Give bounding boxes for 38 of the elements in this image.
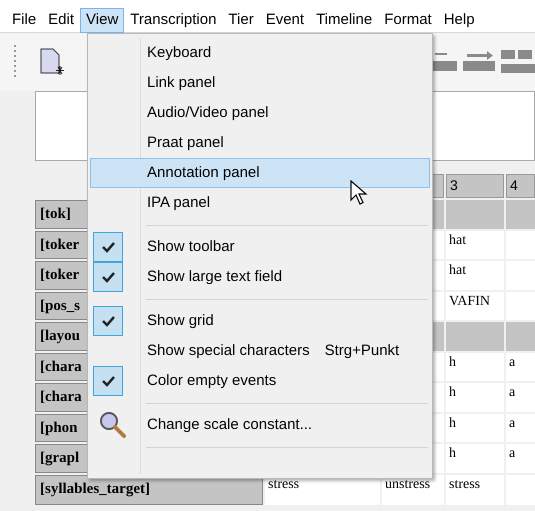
new-document-icon[interactable]: [39, 47, 65, 77]
menu-item[interactable]: View: [80, 8, 124, 32]
cursor-icon: [350, 180, 368, 206]
checkmark-icon: [93, 306, 123, 336]
menu-item[interactable]: Format: [378, 8, 438, 32]
shortcut-label: Strg+Punkt: [324, 340, 400, 361]
table-cell: VAFIN: [446, 292, 504, 320]
magnifier-icon: [99, 411, 127, 439]
checkmark-icon: [93, 232, 123, 262]
table-cell: h: [446, 414, 504, 442]
table-cell: a: [506, 444, 535, 472]
menu-entry[interactable]: Link panel: [90, 68, 430, 98]
table-cell: h: [446, 352, 504, 381]
checkmark-icon: [93, 262, 123, 292]
menu-entry[interactable]: Audio/Video panel: [90, 98, 430, 128]
table-cell: stress: [446, 474, 504, 504]
table-cell: hat: [446, 230, 504, 259]
table-cell: h: [446, 383, 504, 412]
menu-item[interactable]: File: [6, 8, 42, 32]
table-cell: a: [506, 352, 535, 381]
menu-item[interactable]: Timeline: [310, 8, 378, 32]
table-cell: h: [446, 444, 504, 472]
toolbar-blocks-icon[interactable]: [501, 48, 535, 76]
column-header: 3: [446, 174, 504, 198]
menu-item[interactable]: Transcription: [124, 8, 222, 32]
menu-item[interactable]: Event: [260, 8, 310, 32]
column-header: 4: [506, 174, 535, 198]
checkmark-icon: [93, 366, 123, 396]
toolbar-grip-icon[interactable]: [14, 45, 17, 79]
menu-item[interactable]: Help: [438, 8, 481, 32]
menu-entry[interactable]: Keyboard: [90, 38, 430, 68]
menu-item[interactable]: Tier: [222, 8, 260, 32]
menu-entry[interactable]: Annotation panel: [90, 158, 430, 188]
table-cell: a: [506, 383, 535, 412]
table-cell: a: [506, 414, 535, 442]
menu-item[interactable]: Edit: [42, 8, 80, 32]
menu-entry[interactable]: Praat panel: [90, 128, 430, 158]
table-cell: hat: [446, 261, 504, 290]
